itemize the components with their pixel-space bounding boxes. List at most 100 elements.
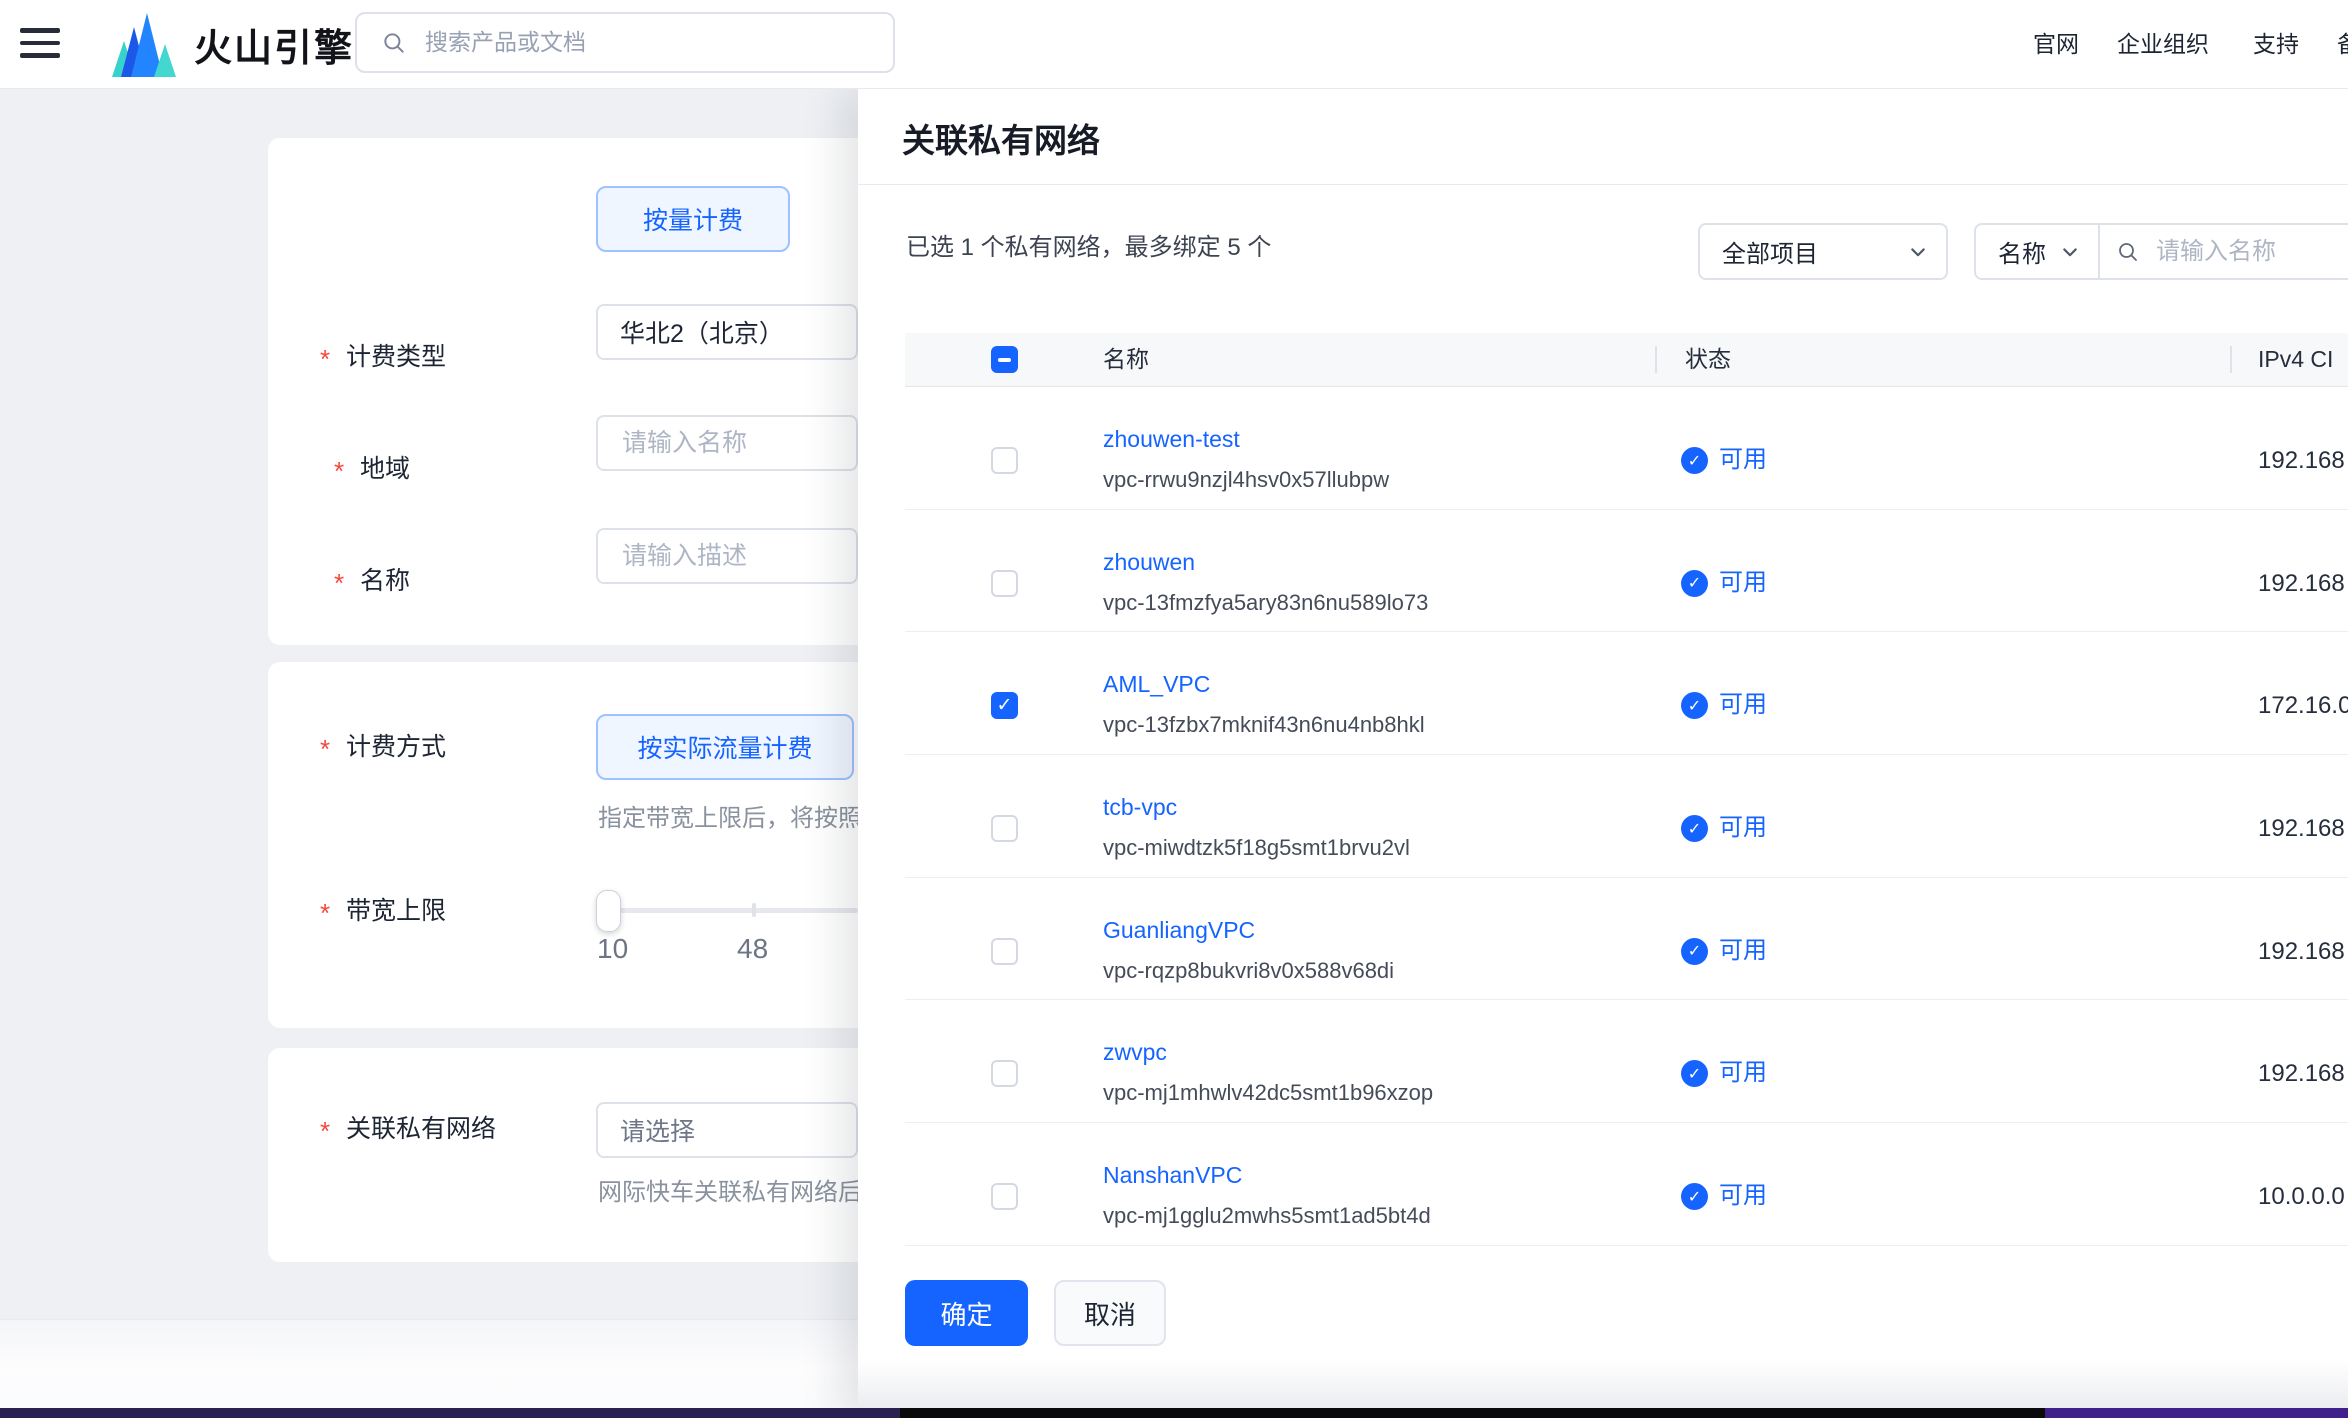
combo-divider bbox=[2098, 223, 2100, 280]
menu-icon[interactable] bbox=[20, 28, 60, 58]
table-body: zhouwen-test vpc-rrwu9nzjl4hsv0x57llubpw… bbox=[905, 387, 2348, 1246]
status-text: 可用 bbox=[1719, 690, 1767, 720]
row-checkbox[interactable] bbox=[991, 938, 1018, 965]
project-filter-value: 全部项目 bbox=[1722, 234, 1818, 269]
column-header-cidr: IPv4 CI bbox=[2258, 333, 2348, 386]
bottom-strip-left bbox=[0, 1408, 900, 1418]
vpc-name-link[interactable]: AML_VPC bbox=[1103, 668, 1210, 700]
vpc-name-link[interactable]: tcb-vpc bbox=[1103, 791, 1177, 823]
status-text: 可用 bbox=[1719, 1181, 1767, 1211]
column-divider bbox=[1655, 346, 1657, 373]
name-field[interactable] bbox=[596, 415, 858, 471]
confirm-button[interactable]: 确定 bbox=[905, 1280, 1028, 1346]
search-icon bbox=[2116, 240, 2140, 264]
bandwidth-label: 带宽上限 bbox=[346, 895, 446, 927]
chevron-down-icon bbox=[1908, 242, 1928, 262]
search-icon bbox=[381, 30, 407, 56]
brand-name: 火山引擎 bbox=[194, 17, 354, 72]
vpc-table: 名称 状态 IPv4 CI zhouwen-test vpc-rrwu9nzjl… bbox=[905, 333, 2348, 1246]
select-all-checkbox[interactable] bbox=[991, 346, 1018, 373]
global-search-input[interactable] bbox=[423, 28, 827, 57]
drawer-divider bbox=[858, 184, 2348, 185]
brand-logo[interactable]: 火山引擎 bbox=[104, 11, 354, 77]
associate-vpc-drawer: 关联私有网络 已选 1 个私有网络，最多绑定 5 个 全部项目 名称 名称 状态… bbox=[858, 88, 2348, 1418]
volcano-logo-icon bbox=[104, 11, 180, 77]
bandwidth-slider-handle[interactable] bbox=[596, 890, 621, 932]
vpc-select[interactable]: 请选择 bbox=[596, 1102, 858, 1158]
row-checkbox[interactable] bbox=[991, 692, 1018, 719]
status-available-icon: ✓ bbox=[1681, 692, 1708, 719]
status-text: 可用 bbox=[1719, 445, 1767, 475]
bandwidth-slider-track[interactable] bbox=[596, 908, 858, 913]
table-row[interactable]: tcb-vpc vpc-miwdtzk5f18g5smt1brvu2vl ✓ 可… bbox=[905, 755, 2348, 878]
row-checkbox[interactable] bbox=[991, 570, 1018, 597]
vpc-id: vpc-rqzp8bukvri8v0x588v68di bbox=[1103, 956, 1394, 986]
vpc-id: vpc-mj1mhwlv42dc5smt1b96xzop bbox=[1103, 1078, 1433, 1108]
nav-item-3[interactable]: 支持 bbox=[2253, 0, 2299, 88]
table-row[interactable]: zwvpc vpc-mj1mhwlv42dc5smt1b96xzop ✓ 可用 … bbox=[905, 1000, 2348, 1123]
ipv4-cidr: 192.168 bbox=[2258, 447, 2348, 475]
region-select[interactable]: 华北2（北京） bbox=[596, 304, 858, 360]
row-checkbox[interactable] bbox=[991, 815, 1018, 842]
status-available-icon: ✓ bbox=[1681, 815, 1708, 842]
table-row[interactable]: zhouwen vpc-13fmzfya5ary83n6nu589lo73 ✓ … bbox=[905, 510, 2348, 633]
ipv4-cidr: 192.168 bbox=[2258, 815, 2348, 843]
vpc-name-link[interactable]: zwvpc bbox=[1103, 1036, 1167, 1068]
vpc-name-link[interactable]: zhouwen-test bbox=[1103, 423, 1240, 455]
vpc-name-link[interactable]: GuanliangVPC bbox=[1103, 914, 1255, 946]
nav-item-2[interactable]: 企业组织 bbox=[2117, 0, 2209, 88]
column-header-name: 名称 bbox=[1103, 333, 1149, 386]
description-input[interactable] bbox=[620, 541, 834, 572]
bandwidth-min-label: 10 bbox=[597, 933, 628, 965]
table-row[interactable]: NanshanVPC vpc-mj1gglu2mwhs5smt1ad5bt4d … bbox=[905, 1123, 2348, 1246]
row-checkbox[interactable] bbox=[991, 1060, 1018, 1087]
table-header: 名称 状态 IPv4 CI bbox=[905, 333, 2348, 387]
vpc-name-link[interactable]: NanshanVPC bbox=[1103, 1159, 1242, 1191]
vpc-name-link[interactable]: zhouwen bbox=[1103, 546, 1195, 578]
top-header: 火山引擎 官网企业组织支持备 bbox=[0, 0, 2348, 89]
column-header-status: 状态 bbox=[1685, 333, 1731, 386]
bottom-strip-middle bbox=[900, 1408, 2045, 1418]
table-row[interactable]: GuanliangVPC vpc-rqzp8bukvri8v0x588v68di… bbox=[905, 878, 2348, 1001]
global-search[interactable] bbox=[355, 12, 895, 73]
vpc-id: vpc-13fzbx7mknif43n6nu4nb8hkl bbox=[1103, 710, 1425, 740]
status-available-icon: ✓ bbox=[1681, 938, 1708, 965]
cancel-button[interactable]: 取消 bbox=[1054, 1280, 1166, 1346]
search-key-select[interactable]: 名称 bbox=[1998, 234, 2046, 269]
ipv4-cidr: 10.0.0.0 bbox=[2258, 1183, 2348, 1211]
vpc-search-input[interactable] bbox=[2154, 237, 2308, 267]
drawer-title: 关联私有网络 bbox=[902, 114, 1100, 162]
table-row[interactable]: zhouwen-test vpc-rrwu9nzjl4hsv0x57llubpw… bbox=[905, 387, 2348, 510]
table-row[interactable]: AML_VPC vpc-13fzbx7mknif43n6nu4nb8hkl ✓ … bbox=[905, 632, 2348, 755]
status-available-icon: ✓ bbox=[1681, 1060, 1708, 1087]
status-text: 可用 bbox=[1719, 936, 1767, 966]
nav-item-1[interactable]: 官网 bbox=[2033, 0, 2079, 88]
billing-method-selected-button[interactable]: 按实际流量计费 bbox=[596, 714, 854, 780]
billing-method-hint: 指定带宽上限后，将按照 bbox=[598, 798, 860, 833]
name-search-combo[interactable]: 名称 bbox=[1974, 223, 2348, 280]
chevron-down-icon[interactable] bbox=[2060, 242, 2080, 262]
bottom-strip-right bbox=[2045, 1408, 2348, 1418]
bandwidth-tick-label: 48 bbox=[737, 933, 768, 965]
status-available-icon: ✓ bbox=[1681, 570, 1708, 597]
vpc-hint: 网际快车关联私有网络后 bbox=[598, 1172, 860, 1207]
region-label: 地域 bbox=[360, 453, 410, 485]
billing-method-label: 计费方式 bbox=[346, 731, 446, 763]
name-input[interactable] bbox=[620, 428, 834, 459]
app-screen: * 计费类型 * 地域 * 名称 描述 按量计费 华北2（北京） * 计费方式 … bbox=[0, 0, 2348, 1418]
project-filter-select[interactable]: 全部项目 bbox=[1698, 223, 1948, 280]
status-text: 可用 bbox=[1719, 568, 1767, 598]
nav-item-4[interactable]: 备 bbox=[2337, 0, 2348, 88]
column-divider bbox=[2230, 346, 2232, 373]
vpc-id: vpc-13fmzfya5ary83n6nu589lo73 bbox=[1103, 588, 1428, 618]
region-value: 华北2（北京） bbox=[620, 314, 784, 350]
description-field[interactable] bbox=[596, 528, 858, 584]
status-text: 可用 bbox=[1719, 813, 1767, 843]
billing-type-selected-button[interactable]: 按量计费 bbox=[596, 186, 790, 252]
ipv4-cidr: 172.16.0 bbox=[2258, 692, 2348, 720]
price-bar bbox=[0, 1319, 858, 1409]
row-checkbox[interactable] bbox=[991, 1183, 1018, 1210]
ipv4-cidr: 192.168 bbox=[2258, 570, 2348, 598]
bandwidth-slider-tick bbox=[752, 903, 756, 917]
row-checkbox[interactable] bbox=[991, 447, 1018, 474]
